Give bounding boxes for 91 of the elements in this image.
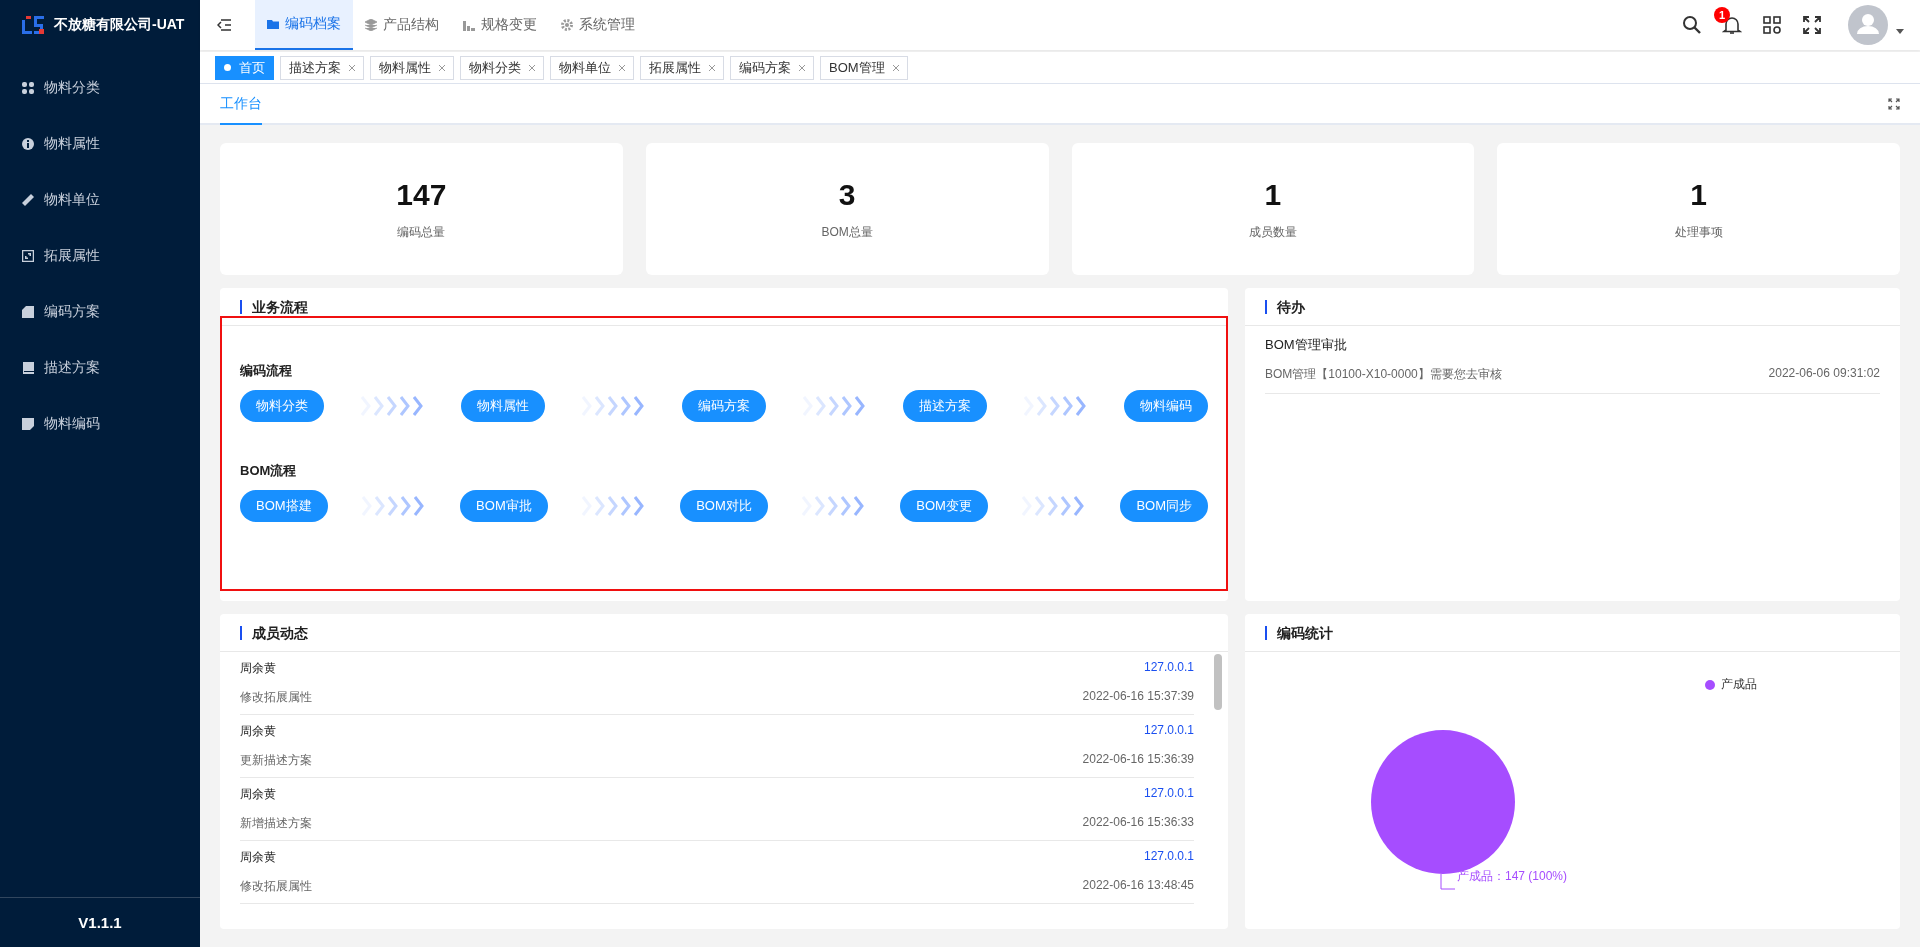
stat-value: 1 — [1690, 177, 1707, 212]
activity-action: 修改拓展属性 — [240, 878, 312, 895]
note-icon — [22, 418, 34, 430]
sidebar-item[interactable]: 物料单位 — [0, 172, 200, 228]
top-nav-tab[interactable]: 规格变更 — [451, 0, 549, 50]
close-icon[interactable] — [799, 64, 805, 71]
sidebar-item[interactable]: 编码方案 — [0, 284, 200, 340]
close-icon[interactable] — [529, 64, 535, 71]
stat-label: 成员数量 — [1248, 223, 1297, 241]
avatar-icon[interactable] — [1848, 5, 1888, 45]
scrollbar-thumb[interactable] — [1214, 654, 1222, 710]
close-icon[interactable] — [349, 64, 355, 71]
fullscreen-icon[interactable] — [1802, 15, 1822, 35]
chevrons-icon — [361, 495, 426, 517]
top-nav-tab[interactable]: 系统管理 — [549, 0, 647, 50]
version-label: V1.1.1 — [0, 897, 200, 947]
activity-time: 2022-06-16 13:48:45 — [1082, 878, 1194, 894]
top-nav-tab[interactable]: 产品结构 — [353, 0, 451, 50]
caret-icon[interactable] — [1896, 28, 1904, 34]
open-page-tab[interactable]: 物料属性 — [370, 55, 454, 80]
activity-time: 2022-06-16 15:37:39 — [1082, 689, 1194, 705]
ip-address: 127.0.0.1 — [1143, 786, 1194, 802]
todo-time: 2022-06-06 09:31:02 — [1768, 366, 1880, 382]
open-page-tab[interactable]: 物料分类 — [460, 55, 544, 80]
file-icon — [22, 306, 34, 318]
chart-icon — [463, 19, 475, 31]
expand-icon — [22, 250, 34, 262]
stat-label: BOM总量 — [821, 223, 873, 241]
legend-label[interactable]: 产成品 — [1721, 676, 1757, 693]
chevrons-icon — [1023, 395, 1088, 417]
chevrons-icon — [581, 495, 646, 517]
gear-icon — [561, 19, 573, 31]
ip-address: 127.0.0.1 — [1143, 723, 1194, 739]
top-nav-tab[interactable]: 编码档案 — [255, 0, 353, 50]
book-icon — [22, 362, 34, 374]
search-icon[interactable] — [1682, 15, 1702, 35]
activity-time: 2022-06-16 15:36:33 — [1082, 815, 1194, 831]
panel-title: 业务流程 — [240, 299, 308, 314]
chevrons-icon — [802, 395, 867, 417]
folder-icon — [267, 18, 279, 30]
open-page-tab[interactable]: 拓展属性 — [640, 55, 724, 80]
close-icon[interactable] — [709, 64, 715, 71]
qr-code-icon[interactable] — [1762, 15, 1782, 35]
activity-action: 更新描述方案 — [240, 752, 312, 769]
user-name: 周余黄 — [240, 723, 276, 740]
chevrons-icon — [1022, 495, 1087, 517]
ip-address: 127.0.0.1 — [1143, 660, 1194, 676]
ruler-icon — [22, 194, 34, 206]
open-page-tab[interactable]: 描述方案 — [280, 55, 364, 80]
layers-icon — [365, 19, 377, 31]
panel-title: 成员动态 — [240, 625, 308, 640]
stat-label: 编码总量 — [397, 223, 446, 241]
flow-title: BOM流程 — [240, 462, 298, 480]
sidebar-item[interactable]: 物料分类 — [0, 60, 200, 116]
open-page-tab[interactable]: 编码方案 — [730, 55, 814, 80]
activity-time: 2022-06-16 15:36:39 — [1082, 752, 1194, 768]
sidebar-item[interactable]: 描述方案 — [0, 340, 200, 396]
stat-value: 147 — [396, 177, 447, 212]
sidebar-item[interactable]: 物料编码 — [0, 396, 200, 452]
menu-collapse-icon[interactable] — [217, 19, 231, 31]
fullscreen-icon[interactable] — [1888, 97, 1900, 110]
info-icon — [22, 138, 34, 150]
todo-title[interactable]: BOM管理审批 — [1265, 336, 1880, 354]
activity-action: 修改拓展属性 — [240, 689, 312, 706]
todo-description: BOM管理【10100-X10-0000】需要您去审核 — [1265, 366, 1502, 383]
user-name: 周余黄 — [240, 849, 276, 866]
activity-action: 新增描述方案 — [240, 815, 312, 832]
close-icon[interactable] — [439, 64, 445, 71]
chevrons-icon — [581, 395, 646, 417]
panel-title: 编码统计 — [1265, 625, 1333, 640]
notification-badge: 1 — [1714, 7, 1730, 23]
ip-address: 127.0.0.1 — [1143, 849, 1194, 865]
leader-line — [1440, 873, 1456, 890]
open-page-tab[interactable]: BOM管理 — [820, 55, 908, 80]
company-name: 不放糖有限公司-UAT — [54, 16, 185, 34]
chevrons-icon — [360, 395, 425, 417]
stat-label: 处理事项 — [1674, 223, 1723, 241]
close-icon[interactable] — [892, 64, 899, 71]
panel-title: 待办 — [1265, 299, 1305, 314]
stat-value: 3 — [838, 177, 856, 212]
user-name: 周余黄 — [240, 786, 276, 803]
sidebar-item[interactable]: 物料属性 — [0, 116, 200, 172]
flow-title: 编码流程 — [240, 362, 293, 380]
grid-icon — [22, 82, 34, 94]
close-icon[interactable] — [619, 64, 625, 71]
sidebar-item[interactable]: 拓展属性 — [0, 228, 200, 284]
user-name: 周余黄 — [240, 660, 276, 677]
chevrons-icon — [802, 495, 867, 517]
logo-icon — [20, 14, 46, 36]
stat-value: 1 — [1264, 177, 1282, 212]
open-page-tab[interactable]: 物料单位 — [550, 55, 634, 80]
